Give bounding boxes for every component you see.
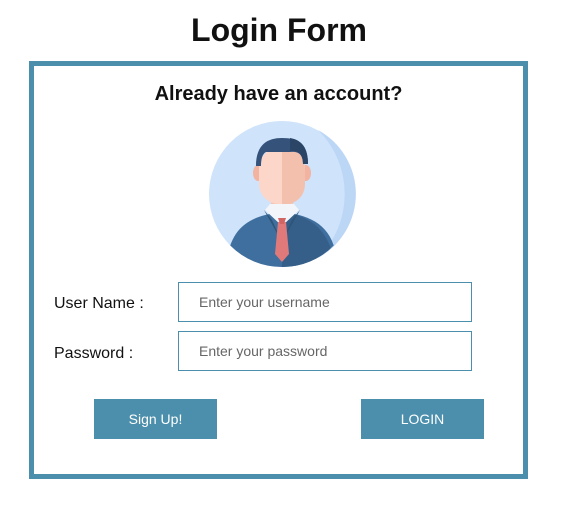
login-button[interactable]: LOGIN bbox=[361, 399, 484, 439]
user-avatar-icon bbox=[206, 118, 358, 270]
password-input[interactable] bbox=[178, 331, 472, 371]
password-label: Password : bbox=[54, 345, 134, 362]
login-form-card: Already have an account? User Name: Ent… bbox=[29, 61, 528, 479]
username-label: User Name : bbox=[54, 295, 144, 312]
username-input[interactable] bbox=[178, 282, 472, 322]
signup-button[interactable]: Sign Up! bbox=[94, 399, 217, 439]
form-heading: Already have an account? bbox=[154, 83, 403, 105]
page-title: Login Form bbox=[191, 12, 367, 48]
